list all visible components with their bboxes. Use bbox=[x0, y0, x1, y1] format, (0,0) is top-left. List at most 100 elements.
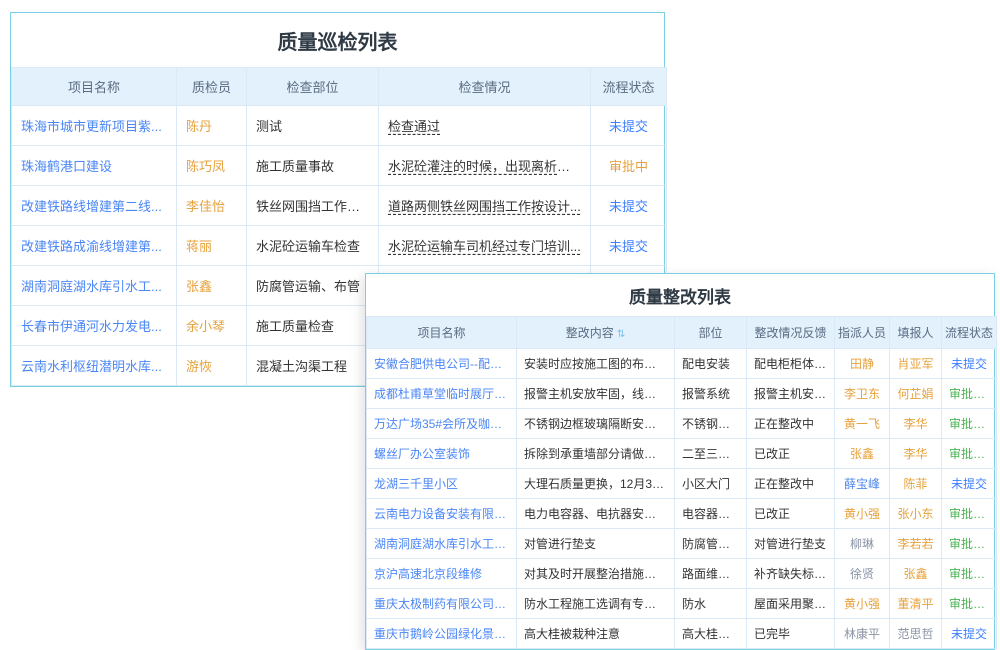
inspect-part: 测试 bbox=[256, 116, 282, 135]
table-cell: 未提交 bbox=[591, 226, 667, 266]
column-header-inspect-part: 检查部位 bbox=[247, 68, 379, 106]
assignee-name: 黄小强 bbox=[844, 595, 880, 612]
part: 电容器安装... bbox=[682, 505, 739, 522]
table-cell: 审批通过 bbox=[942, 559, 997, 589]
inspector-name: 游恢 bbox=[186, 356, 212, 375]
inspection-header-row: 项目名称质检员检查部位检查情况流程状态 bbox=[12, 68, 667, 106]
inspect-part: 水泥砼运输车检查 bbox=[256, 236, 360, 255]
project-link[interactable]: 龙湖三千里小区 bbox=[374, 475, 458, 492]
table-cell: 珠海鹤港口建设 bbox=[12, 146, 177, 186]
table-cell: 成都杜甫草堂临时展厅独立展... bbox=[367, 379, 517, 409]
part: 高大桂被栽种 bbox=[682, 625, 739, 642]
table-cell: 未提交 bbox=[942, 349, 997, 379]
column-label: 填报人 bbox=[897, 326, 933, 340]
table-cell: 已完毕 bbox=[747, 619, 835, 649]
column-label: 检查情况 bbox=[458, 80, 510, 95]
table-row: 京沪高速北京段维修对其及时开展整治措施，桥头...路面维修检...补齐缺失标志.… bbox=[367, 559, 997, 589]
rectify-content: 安装时应按施工图的布置，将... bbox=[524, 355, 667, 372]
assignee-name: 林康平 bbox=[844, 625, 880, 642]
column-label: 检查部位 bbox=[286, 80, 338, 95]
project-link[interactable]: 湖南洞庭湖水库引水工... bbox=[21, 276, 162, 295]
status-text: 审批通过 bbox=[949, 565, 989, 582]
table-cell: 长春市伊通河水力发电... bbox=[12, 306, 177, 346]
table-cell: 龙湖三千里小区 bbox=[367, 469, 517, 499]
table-row: 龙湖三千里小区大理石质量更换，12月31日之...小区大门正在整改中薛宝峰陈菲未… bbox=[367, 469, 997, 499]
column-label: 项目名称 bbox=[68, 80, 120, 95]
table-cell: 屋面采用聚氨... bbox=[747, 589, 835, 619]
table-cell: 对管进行垫支 bbox=[747, 529, 835, 559]
rectify-feedback: 屋面采用聚氨... bbox=[754, 595, 827, 612]
inspect-part: 防腐管运输、布管 bbox=[256, 276, 360, 295]
project-link[interactable]: 安徽合肥供电公司--配电设备... bbox=[374, 355, 509, 372]
project-link[interactable]: 长春市伊通河水力发电... bbox=[21, 316, 162, 335]
project-link[interactable]: 京沪高速北京段维修 bbox=[374, 565, 482, 582]
table-cell: 张鑫 bbox=[177, 266, 247, 306]
table-cell: 防腐管运输... bbox=[675, 529, 747, 559]
rectify-content: 对管进行垫支 bbox=[524, 535, 596, 552]
table-cell: 报警主机安放... bbox=[747, 379, 835, 409]
rectification-table: 项目名称整改内容⇅部位整改情况反馈指派人员填报人流程状态 安徽合肥供电公司--配… bbox=[366, 316, 997, 649]
project-link[interactable]: 改建铁路成渝线增建第... bbox=[21, 236, 162, 255]
inspect-situation: 水泥砼运输车司机经过专门培训... bbox=[388, 236, 581, 255]
inspector-name: 蒋丽 bbox=[186, 236, 212, 255]
project-link[interactable]: 珠海鹤港口建设 bbox=[21, 156, 112, 175]
inspect-situation: 道路两侧铁丝网围挡工作按设计... bbox=[388, 196, 581, 215]
table-cell: 审批通过 bbox=[942, 499, 997, 529]
table-cell: 拆除到承重墙部分请做好加固... bbox=[517, 439, 675, 469]
inspect-part: 施工质量事故 bbox=[256, 156, 334, 175]
table-cell: 施工质量事故 bbox=[247, 146, 379, 186]
table-row: 珠海市城市更新项目紫...陈丹测试检查通过未提交 bbox=[12, 106, 667, 146]
project-link[interactable]: 云南电力设备安装有限公司20... bbox=[374, 505, 509, 522]
table-cell: 报警主机安放牢固，线缆连接... bbox=[517, 379, 675, 409]
table-cell: 配电柜柜体与... bbox=[747, 349, 835, 379]
project-link[interactable]: 重庆市鹅岭公园绿化景观提升... bbox=[374, 625, 509, 642]
table-cell: 李若若 bbox=[890, 529, 942, 559]
column-header-rectify-content[interactable]: 整改内容⇅ bbox=[517, 317, 675, 349]
table-cell: 补齐缺失标志... bbox=[747, 559, 835, 589]
assignee-name: 徐贤 bbox=[850, 565, 874, 582]
table-cell: 万达广场35#会所及咖啡厅空... bbox=[367, 409, 517, 439]
project-link[interactable]: 螺丝厂办公室装饰 bbox=[374, 445, 470, 462]
project-link[interactable]: 万达广场35#会所及咖啡厅空... bbox=[374, 415, 509, 432]
column-header-process-status: 流程状态 bbox=[942, 317, 997, 349]
table-cell: 肖亚军 bbox=[890, 349, 942, 379]
table-cell: 审批通过 bbox=[942, 589, 997, 619]
table-cell: 水泥砼灌注的时候，出现离析现象 bbox=[379, 146, 591, 186]
table-cell: 小区大门 bbox=[675, 469, 747, 499]
table-cell: 防腐管运输、布管 bbox=[247, 266, 379, 306]
table-cell: 湖南洞庭湖水库引水工... bbox=[12, 266, 177, 306]
table-cell: 配电安装 bbox=[675, 349, 747, 379]
table-cell: 正在整改中 bbox=[747, 409, 835, 439]
assignee-name: 黄小强 bbox=[844, 505, 880, 522]
table-cell: 水泥砼运输车检查 bbox=[247, 226, 379, 266]
rectify-content: 报警主机安放牢固，线缆连接... bbox=[524, 385, 667, 402]
inspection-list-title: 质量巡检列表 bbox=[11, 13, 664, 67]
table-cell: 张小东 bbox=[890, 499, 942, 529]
table-cell: 余小琴 bbox=[177, 306, 247, 346]
table-row: 重庆太极制药有限公司亳州中...防水工程施工选调有专业资质...防水屋面采用聚氨… bbox=[367, 589, 997, 619]
table-cell: 已改正 bbox=[747, 499, 835, 529]
table-cell: 测试 bbox=[247, 106, 379, 146]
rectify-feedback: 已改正 bbox=[754, 505, 790, 522]
project-link[interactable]: 湖南洞庭湖水库引水工程施工1标 bbox=[374, 535, 509, 552]
project-link[interactable]: 成都杜甫草堂临时展厅独立展... bbox=[374, 385, 509, 402]
assignee-name: 薛宝峰 bbox=[844, 475, 880, 492]
table-cell: 重庆太极制药有限公司亳州中... bbox=[367, 589, 517, 619]
table-cell: 不锈钢安装... bbox=[675, 409, 747, 439]
project-link[interactable]: 云南水利枢纽潜明水库... bbox=[21, 356, 162, 375]
table-cell: 电容器安装... bbox=[675, 499, 747, 529]
column-label: 整改情况反馈 bbox=[754, 326, 826, 340]
rectify-feedback: 正在整改中 bbox=[754, 475, 814, 492]
project-link[interactable]: 重庆太极制药有限公司亳州中... bbox=[374, 595, 509, 612]
rectify-feedback: 补齐缺失标志... bbox=[754, 565, 827, 582]
rectification-list-panel: 质量整改列表 项目名称整改内容⇅部位整改情况反馈指派人员填报人流程状态 安徽合肥… bbox=[365, 273, 995, 650]
status-text: 未提交 bbox=[951, 475, 987, 492]
part: 报警系统 bbox=[682, 385, 730, 402]
column-label: 指派人员 bbox=[838, 326, 886, 340]
sort-icon[interactable]: ⇅ bbox=[617, 329, 625, 340]
reporter-name: 李华 bbox=[903, 415, 927, 432]
project-link[interactable]: 改建铁路线增建第二线... bbox=[21, 196, 162, 215]
status-text: 未提交 bbox=[609, 196, 648, 215]
project-link[interactable]: 珠海市城市更新项目紫... bbox=[21, 116, 162, 135]
table-cell: 铁丝网围挡工作检查 bbox=[247, 186, 379, 226]
